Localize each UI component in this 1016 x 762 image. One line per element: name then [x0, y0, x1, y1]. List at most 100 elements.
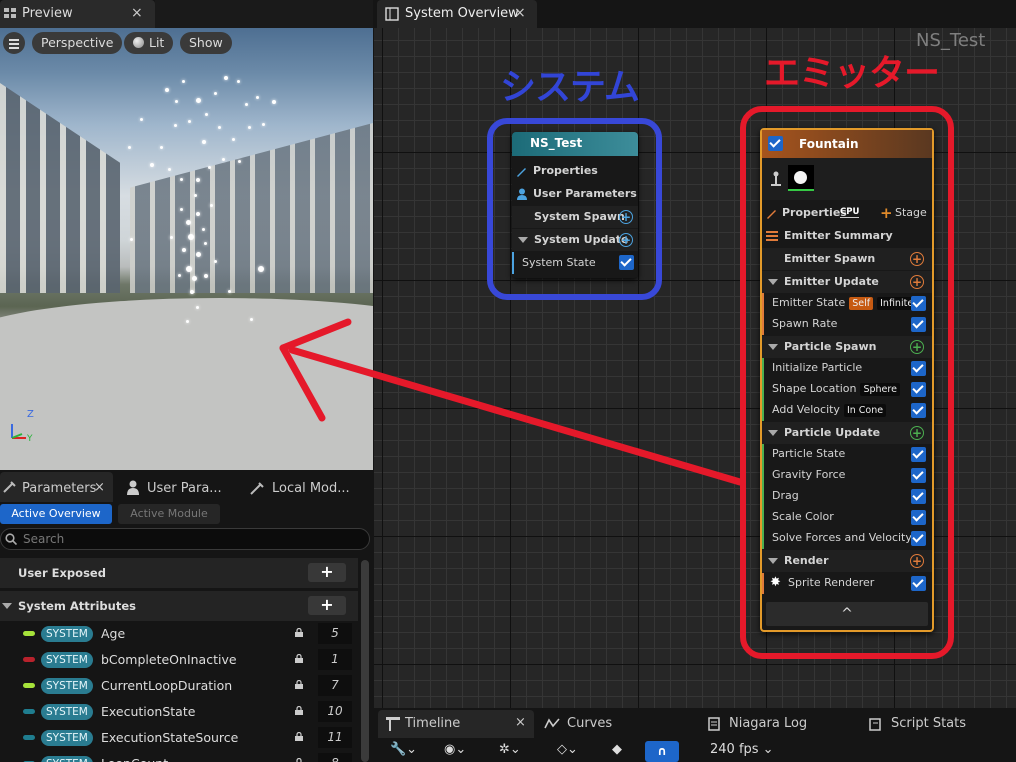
particle-sprite: [262, 123, 265, 126]
particle-sprite: [150, 163, 154, 167]
annotation-system: システム: [500, 67, 640, 108]
attribute-row[interactable]: SYSTEM LoopCount 8: [0, 751, 358, 762]
search-placeholder: Search: [23, 532, 65, 546]
lock-icon: [296, 758, 302, 762]
curves-icon: [544, 718, 560, 729]
lock-icon: [295, 706, 303, 715]
tab-local-module[interactable]: Local Mod...: [272, 481, 350, 496]
search-input[interactable]: Search: [0, 528, 370, 550]
particle-sprite: [228, 290, 231, 293]
particle-sprite: [196, 252, 201, 257]
particle-sprite: [196, 212, 200, 216]
building-right: [130, 123, 373, 293]
particle-sprite: [224, 76, 228, 80]
close-icon[interactable]: ×: [515, 715, 526, 730]
close-icon[interactable]: ×: [131, 5, 143, 21]
tab-timeline[interactable]: Timeline ×: [378, 710, 534, 738]
scrollbar[interactable]: [361, 560, 369, 762]
particle-sprite: [180, 178, 183, 181]
particle-sprite: [175, 100, 178, 103]
attribute-name: LoopCount: [101, 756, 168, 762]
wrench-dropdown-icon[interactable]: 🔧⌄: [390, 742, 417, 757]
expand-arrow-icon[interactable]: [2, 603, 12, 609]
system-highlight-box: [487, 118, 662, 300]
particle-sprite: [182, 80, 185, 83]
preview-viewport[interactable]: Perspective Lit Show Z Y: [0, 28, 373, 470]
particle-sprite: [245, 103, 248, 106]
lock-icon: [295, 654, 303, 663]
user-icon: [127, 480, 139, 495]
type-color-indicator: [23, 631, 35, 636]
timeline-icon: [386, 717, 400, 731]
particle-sprite: [208, 166, 211, 169]
settings-dropdown-icon[interactable]: ✲⌄: [499, 742, 521, 757]
tab-parameters-label: Parameters: [22, 481, 97, 496]
particle-sprite: [204, 274, 208, 278]
lit-label: Lit: [149, 35, 165, 50]
particle-sprite: [214, 260, 217, 263]
attribute-row[interactable]: SYSTEM Age 5: [0, 621, 358, 647]
attribute-row[interactable]: SYSTEM ExecutionState 10: [0, 699, 358, 725]
particle-sprite: [168, 168, 171, 171]
attribute-name: bCompleteOnInactive: [101, 652, 237, 667]
tab-system-overview[interactable]: System Overview ×: [377, 0, 537, 28]
particle-sprite: [202, 228, 205, 231]
tab-system-overview-label: System Overview: [405, 6, 519, 21]
axis-gizmo-icon: Z Y: [11, 409, 34, 444]
tab-parameters[interactable]: Parameters ×: [0, 472, 113, 502]
namespace-badge: SYSTEM: [41, 678, 93, 694]
type-color-indicator: [23, 683, 35, 688]
particle-sprite: [180, 208, 183, 211]
active-module-button[interactable]: Active Module: [118, 504, 220, 524]
add-user-parameter-button[interactable]: +: [308, 563, 346, 582]
attribute-row[interactable]: SYSTEM CurrentLoopDuration 7: [0, 673, 358, 699]
parameters-icon: [3, 481, 16, 493]
show-button[interactable]: Show: [180, 32, 232, 54]
tab-niagara-log[interactable]: Niagara Log: [729, 716, 807, 731]
local-module-icon: [250, 482, 264, 495]
attribute-row[interactable]: SYSTEM bCompleteOnInactive 1: [0, 647, 358, 673]
tab-curves[interactable]: Curves: [567, 716, 612, 731]
fps-label: 240 fps: [710, 742, 759, 757]
attribute-value: 7: [318, 675, 352, 696]
preview-tab[interactable]: Preview ×: [0, 0, 155, 28]
emitter-highlight-box: [740, 106, 954, 659]
eye-dropdown-icon[interactable]: ◉⌄: [444, 742, 466, 757]
section-user-exposed[interactable]: User Exposed +: [0, 558, 358, 588]
add-system-attribute-button[interactable]: +: [308, 596, 346, 615]
namespace-badge: SYSTEM: [41, 652, 93, 668]
particle-sprite: [196, 98, 201, 103]
particle-sprite: [218, 126, 221, 129]
namespace-badge: SYSTEM: [41, 756, 93, 762]
particle-sprite: [210, 204, 213, 207]
particle-sprite: [174, 124, 177, 127]
tab-script-stats[interactable]: Script Stats: [891, 716, 966, 731]
snap-toggle-button[interactable]: ∩: [645, 741, 679, 762]
section-title: System Attributes: [18, 599, 136, 613]
section-system-attributes[interactable]: System Attributes +: [0, 591, 358, 621]
particle-sprite: [232, 138, 235, 141]
tab-timeline-label: Timeline: [405, 716, 461, 731]
tab-user-parameters[interactable]: User Para...: [147, 481, 222, 496]
attribute-value: 11: [318, 727, 352, 748]
keyframe-dropdown-icon[interactable]: ◇⌄: [557, 742, 578, 757]
perspective-button[interactable]: Perspective: [32, 32, 123, 54]
viewport-menu-button[interactable]: [3, 32, 25, 54]
lock-icon: [295, 628, 303, 637]
particle-sprite: [188, 120, 191, 123]
lock-icon: [295, 680, 303, 689]
fps-dropdown[interactable]: 240 fps ⌄: [710, 742, 774, 757]
lit-button[interactable]: Lit: [124, 32, 174, 54]
paint-icon[interactable]: ◆: [612, 742, 622, 757]
axis-z-label: Z: [27, 409, 34, 420]
close-icon[interactable]: ×: [94, 480, 105, 495]
timeline-panel: Timeline × Curves Niagara Log Script Sta…: [374, 708, 1016, 762]
attribute-row[interactable]: SYSTEM ExecutionStateSource 11: [0, 725, 358, 751]
attribute-name: Age: [101, 626, 126, 641]
particle-sprite: [160, 146, 163, 149]
type-color-indicator: [23, 657, 35, 662]
close-icon[interactable]: ×: [514, 5, 526, 21]
floor-plane: [0, 298, 373, 470]
particle-sprite: [182, 248, 186, 252]
active-overview-button[interactable]: Active Overview: [0, 504, 112, 524]
